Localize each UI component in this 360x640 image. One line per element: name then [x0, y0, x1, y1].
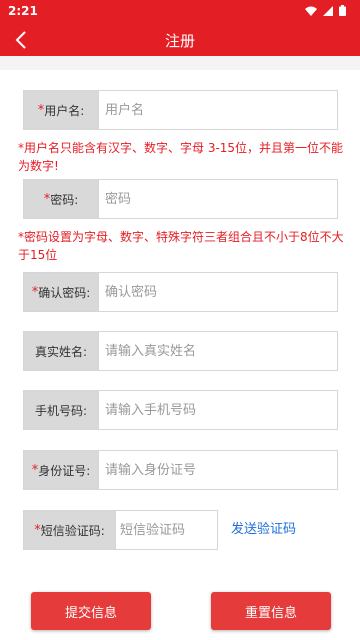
password-label-text: 密码:: [50, 192, 79, 207]
phone-label: 手机号码:: [24, 391, 99, 429]
wifi-icon: [305, 6, 317, 16]
header-divider: [0, 56, 360, 70]
real-name-label: 真实姓名:: [24, 332, 99, 370]
password-row: * 密码:: [23, 179, 338, 219]
id-card-label: * 身份证号:: [24, 451, 99, 489]
password-input[interactable]: [99, 180, 337, 218]
phone-row: 手机号码:: [23, 390, 338, 430]
password-label: * 密码:: [24, 180, 99, 218]
id-card-input[interactable]: [99, 451, 337, 489]
confirm-password-label-text: 确认密码:: [38, 285, 91, 300]
status-bar: 2:21: [0, 0, 360, 24]
submit-button[interactable]: 提交信息: [31, 592, 151, 630]
real-name-row: 真实姓名:: [23, 331, 338, 371]
sms-code-input[interactable]: [115, 510, 218, 550]
confirm-password-row: * 确认密码:: [23, 272, 338, 312]
username-row: * 用户名:: [23, 90, 338, 130]
id-card-label-text: 身份证号:: [38, 463, 91, 478]
real-name-input[interactable]: [99, 332, 337, 370]
send-code-link[interactable]: 发送验证码: [231, 518, 296, 537]
username-input[interactable]: [99, 91, 337, 129]
signal-icon: [323, 5, 333, 16]
confirm-password-label: * 确认密码:: [24, 273, 99, 311]
confirm-password-input[interactable]: [99, 273, 337, 311]
reset-button[interactable]: 重置信息: [211, 592, 331, 630]
status-icons: [305, 5, 346, 16]
username-hint: *用户名只能含有汉字、数字、字母 3-15位，并且第一位不能为数字!: [18, 141, 344, 173]
app-bar: 注册: [0, 24, 360, 56]
sms-code-row: * 短信验证码:: [23, 510, 218, 550]
id-card-row: * 身份证号:: [23, 450, 338, 490]
phone-input[interactable]: [99, 391, 337, 429]
page-title: 注册: [164, 32, 195, 50]
sms-code-label: * 短信验证码:: [23, 510, 115, 550]
username-label-text: 用户名:: [44, 103, 85, 118]
username-label: * 用户名:: [24, 91, 99, 129]
battery-icon: [339, 5, 346, 16]
status-time: 2:21: [8, 4, 38, 18]
password-hint: *密码设置为字母、数字、特殊字符三者组合且不小于8位不大于15位: [18, 230, 344, 262]
sms-code-label-text: 短信验证码:: [40, 523, 105, 538]
